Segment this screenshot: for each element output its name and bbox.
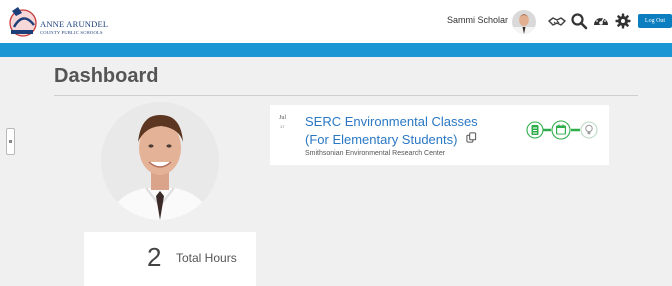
- logo-text-primary: ANNE ARUNDEL: [40, 19, 109, 29]
- gear-icon[interactable]: [614, 12, 632, 30]
- class-organization: Smithsonian Environmental Research Cente…: [305, 150, 446, 157]
- district-logo[interactable]: ANNE ARUNDEL COUNTY PUBLIC SCHOOLS: [8, 5, 120, 39]
- handle-grip-icon: [9, 140, 12, 143]
- progress-steps: [526, 120, 598, 140]
- lightbulb-icon: [580, 121, 598, 139]
- document-icon: [526, 121, 544, 139]
- class-date-day: 17: [280, 124, 285, 129]
- total-hours-label: Total Hours: [176, 251, 237, 265]
- header-accent-band: [0, 43, 672, 57]
- class-title-link[interactable]: SERC Environmental Classes (For Elementa…: [305, 113, 485, 149]
- total-hours-value: 2: [147, 242, 162, 272]
- top-navigation-bar: ANNE ARUNDEL COUNTY PUBLIC SCHOOLS Sammi…: [0, 0, 672, 43]
- class-date-month: Jul: [279, 115, 287, 121]
- profile-photo: [101, 102, 219, 220]
- logout-button[interactable]: Log Out: [638, 14, 672, 28]
- calendar-icon: [551, 120, 571, 140]
- class-card[interactable]: Jul 17 SERC Environmental Classes (For E…: [270, 105, 609, 165]
- avatar-portrait-icon: [512, 10, 536, 34]
- user-avatar[interactable]: [512, 10, 536, 34]
- title-divider: [54, 95, 638, 96]
- logo-text-secondary: COUNTY PUBLIC SCHOOLS: [40, 30, 103, 35]
- user-name[interactable]: Sammi Scholar: [447, 15, 508, 25]
- page-title: Dashboard: [54, 65, 159, 87]
- search-icon[interactable]: [570, 12, 588, 30]
- sidebar-toggle-handle[interactable]: [6, 128, 15, 155]
- handshake-icon[interactable]: [548, 12, 566, 30]
- dashboard-gauge-icon[interactable]: [592, 12, 610, 30]
- copy-icon[interactable]: [466, 132, 477, 143]
- district-seal-icon: [9, 7, 37, 37]
- total-hours-card: 2 Total Hours: [84, 232, 256, 286]
- student-portrait-icon: [101, 102, 219, 220]
